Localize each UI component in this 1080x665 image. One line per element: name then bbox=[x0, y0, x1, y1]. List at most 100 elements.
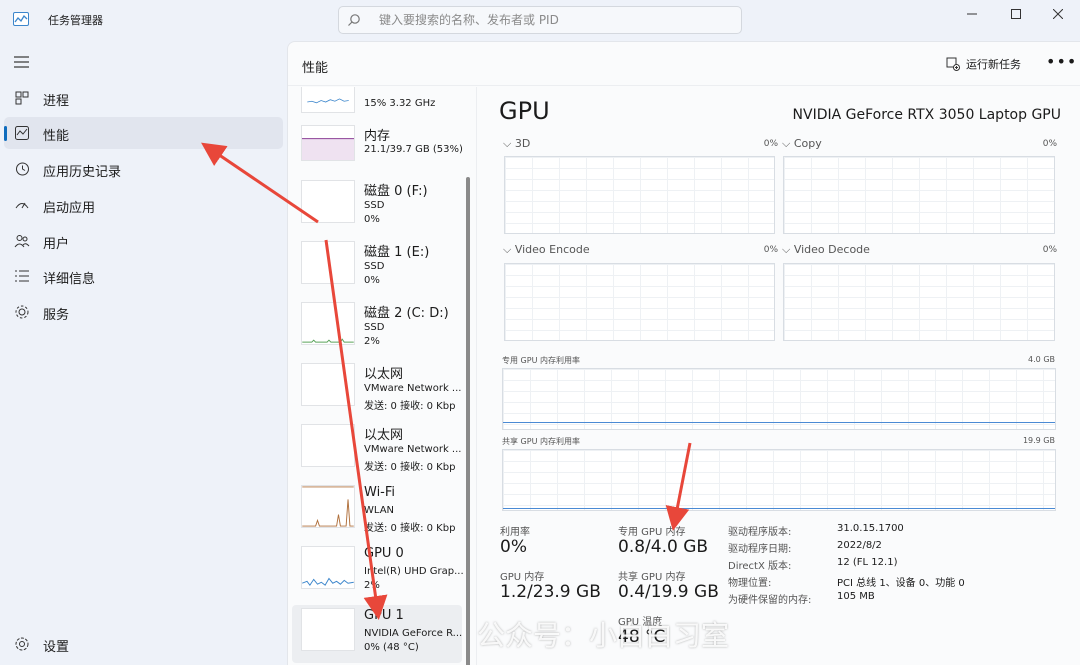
gpu-detail-panel: GPU NVIDIA GeForce RTX 3050 Laptop GPU ⌵… bbox=[476, 87, 1080, 665]
startup-icon bbox=[15, 202, 29, 209]
sidebar-item-label: 服务 bbox=[43, 308, 70, 323]
device-disk-0[interactable]: 磁盘 0 (F:) SSD 0% bbox=[292, 180, 462, 238]
close-button[interactable] bbox=[1036, 0, 1080, 28]
device-disk-1[interactable]: 磁盘 1 (E:) SSD 0% bbox=[292, 241, 462, 299]
gear-icon bbox=[15, 637, 29, 651]
sidebar-item-label: 应用历史记录 bbox=[43, 165, 122, 180]
shared-memory-chart-label: 共享 GPU 内存利用率 bbox=[502, 437, 580, 446]
shared-memory-value: 0.4/19.9 GB bbox=[618, 582, 719, 602]
device-memory[interactable]: 内存 21.1/39.7 GB (53%) bbox=[292, 125, 463, 183]
maximize-icon bbox=[1011, 9, 1021, 19]
engine-video-decode-graph bbox=[783, 263, 1055, 341]
shared-memory-label: 共享 GPU 内存 bbox=[618, 572, 686, 583]
shared-memory-graph bbox=[502, 449, 1056, 511]
more-options-button[interactable]: ••• bbox=[1046, 52, 1076, 76]
utilization-value: 0% bbox=[500, 537, 527, 557]
device-disk-2[interactable]: 磁盘 2 (C: D:) SSD 2% bbox=[292, 302, 462, 360]
settings-button[interactable]: 设置 bbox=[4, 628, 283, 660]
device-name: GPU 1 bbox=[364, 608, 404, 623]
info-reserved-memory-key: 为硬件保留的内存: bbox=[728, 595, 812, 606]
run-new-task-button[interactable]: 运行新任务 bbox=[946, 54, 1021, 74]
active-indicator bbox=[4, 126, 7, 141]
dedicated-memory-usage-line bbox=[503, 422, 1055, 423]
dedicated-memory-value: 0.8/4.0 GB bbox=[618, 537, 709, 557]
sidebar-item-app-history[interactable]: 应用历史记录 bbox=[4, 153, 283, 185]
title-bar: 任务管理器 bbox=[0, 0, 1080, 40]
disk-thumbnail bbox=[301, 302, 355, 345]
search-input[interactable] bbox=[379, 11, 729, 29]
dedicated-memory-chart-max: 4.0 GB bbox=[1028, 355, 1055, 364]
device-ethernet-2[interactable]: 以太网 VMware Network ... 发送: 0 接收: 0 Kbp bbox=[292, 424, 462, 482]
device-usage: 2% bbox=[364, 580, 380, 591]
sidebar-item-label: 用户 bbox=[43, 237, 70, 252]
sidebar-item-processes[interactable]: 进程 bbox=[4, 82, 283, 114]
task-manager-icon bbox=[13, 12, 29, 26]
app-title: 任务管理器 bbox=[48, 14, 103, 27]
info-reserved-memory-value: 105 MB bbox=[837, 591, 875, 602]
ethernet-thumbnail bbox=[301, 363, 355, 406]
dedicated-memory-graph bbox=[502, 368, 1056, 430]
engine-3d-graph bbox=[504, 156, 775, 234]
main-header: 性能 运行新任务 ••• bbox=[288, 42, 1080, 86]
device-name: GPU 0 bbox=[364, 546, 404, 561]
device-name: 磁盘 1 (E:) bbox=[364, 245, 430, 260]
engine-3d-label[interactable]: ⌵ 3D bbox=[503, 137, 530, 151]
sidebar-item-details[interactable]: 详细信息 bbox=[4, 260, 283, 292]
device-usage: 2% bbox=[364, 336, 380, 347]
sidebar: 进程 性能 应用历史记录 启动应用 用户 详细信息 服务 设置 bbox=[0, 40, 287, 665]
minimize-button[interactable] bbox=[950, 0, 994, 28]
new-task-icon bbox=[946, 57, 960, 71]
sidebar-item-startup[interactable]: 启动应用 bbox=[4, 189, 283, 221]
disk-thumbnail bbox=[301, 180, 355, 223]
info-location-value: PCI 总线 1、设备 0、功能 0 bbox=[837, 578, 965, 589]
gpu-memory-label: GPU 内存 bbox=[500, 572, 545, 583]
sidebar-item-services[interactable]: 服务 bbox=[4, 296, 283, 328]
device-usage: 发送: 0 接收: 0 Kbp bbox=[364, 462, 456, 473]
minimize-icon bbox=[967, 13, 977, 15]
services-icon bbox=[15, 305, 29, 319]
sidebar-item-performance[interactable]: 性能 bbox=[4, 117, 283, 149]
engine-video-encode-pct: 0% bbox=[763, 245, 778, 255]
device-list: 15% 3.32 GHz 内存 21.1/39.7 GB (53%) 磁盘 0 … bbox=[288, 87, 476, 665]
hamburger-menu-icon[interactable] bbox=[14, 56, 30, 68]
sidebar-item-label: 详细信息 bbox=[43, 272, 96, 287]
gpu-model: NVIDIA GeForce RTX 3050 Laptop GPU bbox=[792, 107, 1061, 123]
info-location-key: 物理位置: bbox=[728, 578, 772, 589]
search-icon bbox=[348, 14, 360, 26]
page-title: 性能 bbox=[302, 61, 329, 76]
device-detail: 21.1/39.7 GB (53%) bbox=[364, 144, 463, 155]
device-gpu-0[interactable]: GPU 0 Intel(R) UHD Grap... 2% bbox=[292, 546, 464, 604]
settings-label: 设置 bbox=[43, 640, 70, 655]
device-ethernet-1[interactable]: 以太网 VMware Network ... 发送: 0 接收: 0 Kbp bbox=[292, 363, 462, 421]
engine-video-encode-label[interactable]: ⌵ Video Encode bbox=[503, 243, 590, 257]
engine-copy-label[interactable]: ⌵ Copy bbox=[782, 137, 822, 151]
engine-3d-pct: 0% bbox=[763, 139, 778, 149]
ethernet-thumbnail bbox=[301, 424, 355, 467]
device-usage: 0% bbox=[364, 214, 380, 225]
device-detail: NVIDIA GeForce R... bbox=[364, 628, 463, 639]
details-icon bbox=[15, 270, 29, 282]
device-name: 内存 bbox=[364, 129, 391, 144]
gpu-thumbnail bbox=[301, 546, 355, 589]
dedicated-memory-chart-label: 专用 GPU 内存利用率 bbox=[502, 356, 580, 365]
search-box[interactable] bbox=[338, 6, 742, 34]
device-gpu-1[interactable]: GPU 1 NVIDIA GeForce R... 0% (48 °C) bbox=[292, 605, 462, 663]
engine-video-decode-label[interactable]: ⌵ Video Decode bbox=[782, 243, 870, 257]
device-wifi[interactable]: Wi-Fi WLAN 发送: 0 接收: 0 Kbp bbox=[292, 485, 462, 543]
gpu-title: GPU bbox=[499, 97, 550, 125]
gpu-thumbnail bbox=[301, 608, 355, 651]
sidebar-item-users[interactable]: 用户 bbox=[4, 225, 283, 257]
maximize-button[interactable] bbox=[994, 0, 1038, 28]
wifi-thumbnail bbox=[301, 485, 355, 528]
sidebar-item-label: 性能 bbox=[43, 129, 70, 144]
main-panel: 性能 运行新任务 ••• 15% 3.32 GHz 内存 21.1/39.7 G… bbox=[287, 41, 1080, 665]
info-driver-version-key: 驱动程序版本: bbox=[728, 527, 792, 538]
info-driver-date-key: 驱动程序日期: bbox=[728, 544, 792, 555]
device-list-scrollbar[interactable] bbox=[466, 177, 470, 665]
gpu-memory-value: 1.2/23.9 GB bbox=[500, 582, 601, 602]
sidebar-item-label: 启动应用 bbox=[43, 201, 96, 216]
device-usage: 0% (48 °C) bbox=[364, 642, 419, 653]
info-directx-key: DirectX 版本: bbox=[728, 561, 792, 572]
sidebar-item-label: 进程 bbox=[43, 94, 70, 109]
cpu-thumbnail bbox=[301, 87, 355, 113]
